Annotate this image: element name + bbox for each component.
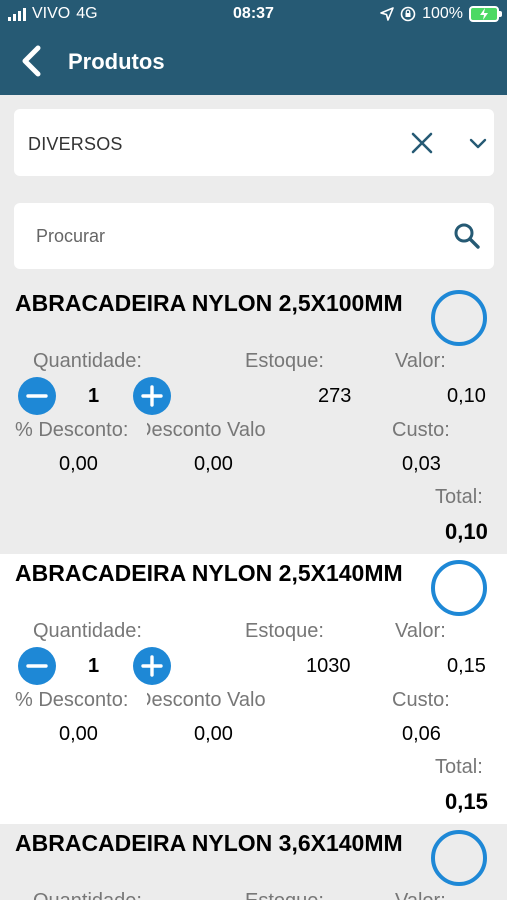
cost-value: 0,06 (402, 723, 441, 745)
back-button[interactable] (14, 42, 54, 82)
value-label: Valor: (395, 890, 446, 900)
decrease-quantity-button[interactable] (18, 647, 56, 685)
quantity-label: Quantidade: (33, 620, 142, 642)
stock-value: 1030 (306, 655, 351, 677)
discount-percent-label: % Desconto: (15, 689, 129, 711)
value-label: Valor: (395, 350, 446, 372)
stock-label: Estoque: (245, 620, 324, 642)
cost-label: Custo: (392, 689, 450, 711)
minus-icon (26, 394, 48, 398)
stock-label: Estoque: (245, 350, 324, 372)
increase-quantity-button[interactable] (133, 377, 171, 415)
app-header: Produtos (0, 30, 507, 95)
status-bar: VIVO 4G 08:37 100% (0, 0, 507, 30)
battery-charging-icon (469, 6, 502, 22)
price-value: 0,15 (447, 655, 486, 677)
discount-value-label: Desconto Valo (147, 689, 266, 711)
product-name: ABRACADEIRA NYLON 3,6X140MM (15, 830, 403, 856)
battery-percent: 100% (422, 5, 463, 22)
select-product-toggle[interactable] (431, 830, 487, 886)
page-title: Produtos (68, 49, 165, 74)
chevron-down-icon (469, 138, 487, 149)
stock-label: Estoque: (245, 890, 324, 900)
price-value: 0,10 (447, 385, 486, 407)
total-value: 0,10 (445, 519, 488, 544)
select-product-toggle[interactable] (431, 290, 487, 346)
category-value: DIVERSOS (28, 134, 123, 154)
decrease-quantity-button[interactable] (18, 377, 56, 415)
product-name: ABRACADEIRA NYLON 2,5X140MM (15, 560, 403, 586)
product-row[interactable]: ABRACADEIRA NYLON 2,5X140MM Quantidade: … (0, 554, 507, 824)
increase-quantity-button[interactable] (133, 647, 171, 685)
discount-amount-value[interactable]: 0,00 (194, 453, 233, 476)
quantity-label: Quantidade: (33, 890, 142, 900)
search-button[interactable] (452, 221, 482, 251)
discount-amount-value[interactable]: 0,00 (194, 723, 233, 746)
value-label: Valor: (395, 620, 446, 642)
search-icon (454, 223, 480, 249)
category-select[interactable]: DIVERSOS (14, 109, 494, 176)
quantity-label: Quantidade: (33, 350, 142, 372)
select-product-toggle[interactable] (431, 560, 487, 616)
product-row[interactable]: ABRACADEIRA NYLON 3,6X140MM Quantidade: … (0, 824, 507, 900)
close-icon (411, 132, 433, 154)
location-icon (380, 7, 394, 21)
product-name: ABRACADEIRA NYLON 2,5X100MM (15, 290, 403, 316)
total-label: Total: (435, 486, 483, 508)
clear-category-button[interactable] (408, 129, 436, 157)
discount-percent-value[interactable]: 0,00 (59, 723, 98, 746)
stock-value: 273 (318, 385, 352, 407)
cost-value: 0,03 (402, 453, 441, 475)
plus-icon (141, 385, 163, 407)
quantity-value[interactable]: 1 (88, 655, 99, 678)
minus-icon (26, 664, 48, 668)
quantity-value[interactable]: 1 (88, 385, 99, 408)
total-label: Total: (435, 756, 483, 778)
search-input[interactable] (14, 203, 444, 269)
status-right: 100% (380, 5, 502, 23)
product-row[interactable]: ABRACADEIRA NYLON 2,5X100MM Quantidade: … (0, 284, 507, 554)
plus-icon (141, 655, 163, 677)
discount-percent-value[interactable]: 0,00 (59, 453, 98, 476)
search-bar (14, 203, 494, 269)
discount-value-label: Desconto Valo (147, 419, 266, 441)
discount-percent-label: % Desconto: (15, 419, 129, 441)
expand-category-button[interactable] (466, 131, 490, 155)
chevron-left-icon (22, 45, 41, 77)
orientation-lock-icon (400, 6, 416, 22)
total-value: 0,15 (445, 789, 488, 814)
cost-label: Custo: (392, 419, 450, 441)
